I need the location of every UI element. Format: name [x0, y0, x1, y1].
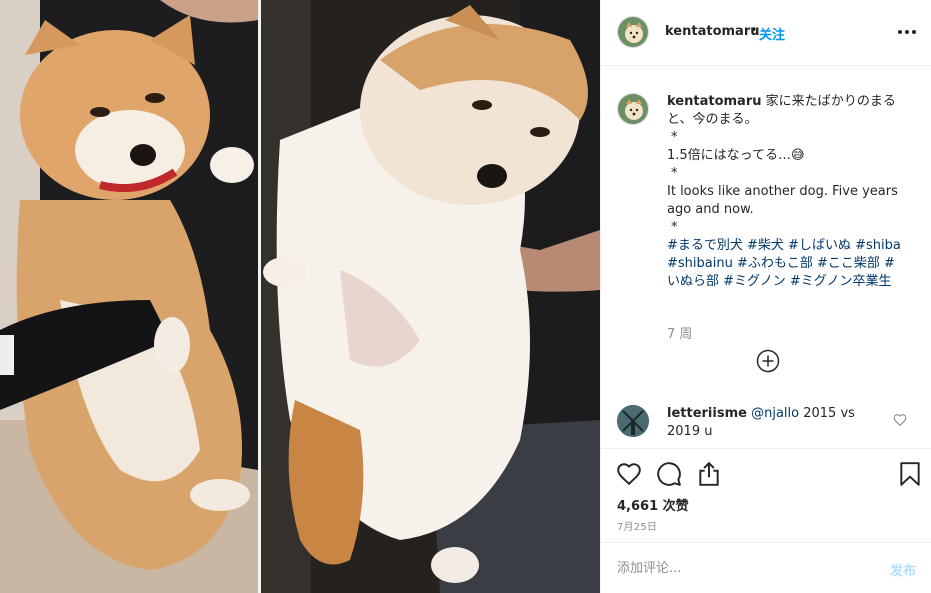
bookmark-icon[interactable] — [897, 461, 923, 487]
comment-icon[interactable] — [656, 461, 682, 487]
commenter-avatar[interactable] — [617, 405, 649, 437]
caption-line-3: 1.5倍にはなってる…😅 — [667, 148, 805, 163]
shiba-comparison-photo — [0, 0, 600, 593]
caption-line-4: * — [671, 166, 678, 181]
post-actions: 4,661 次赞 7月25日 — [601, 448, 931, 543]
dog-avatar-icon — [618, 17, 648, 47]
share-icon[interactable] — [696, 461, 722, 487]
post-date[interactable]: 7月25日 — [617, 518, 657, 533]
post-comment-button[interactable]: 发布 — [890, 560, 916, 579]
add-comment-box: 发布 — [601, 542, 931, 593]
caption-username[interactable]: kentatomaru — [667, 94, 762, 109]
comment-mention[interactable]: @njallo — [751, 406, 799, 421]
comment-input[interactable] — [617, 556, 867, 580]
more-options-icon[interactable] — [895, 22, 919, 42]
load-more-comments-icon[interactable] — [756, 349, 780, 373]
separator-dot: • — [750, 23, 758, 38]
post-sidebar: kentatomaru • 关注 kentatomaru 家に来たばかりのまると… — [600, 0, 931, 593]
caption-hashtags[interactable]: #まるで別犬 #柴犬 #しばいぬ #shiba #shibainu #ふわもこ部… — [667, 237, 907, 291]
follow-button[interactable]: 关注 — [759, 24, 785, 43]
caption-text: kentatomaru 家に来たばかりのまると、今のまる。 * 1.5倍にはなっ… — [667, 93, 907, 291]
post-photo[interactable] — [0, 0, 600, 593]
windmill-avatar-icon — [617, 405, 649, 437]
comments-section[interactable]: kentatomaru 家に来たばかりのまると、今のまる。 * 1.5倍にはなっ… — [601, 67, 931, 448]
comment-text: letteriisme @njallo 2015 vs 2019 u — [667, 405, 887, 441]
comment-like-icon[interactable] — [893, 413, 907, 427]
post-time[interactable]: 7 周 — [667, 323, 692, 342]
caption-line-5: It looks like another dog. Five years ag… — [667, 184, 898, 217]
caption-line-6: * — [671, 220, 678, 235]
caption-avatar[interactable] — [617, 93, 649, 125]
author-username[interactable]: kentatomaru — [665, 24, 760, 39]
post-header: kentatomaru • 关注 — [601, 0, 931, 66]
commenter-username[interactable]: letteriisme — [667, 406, 747, 421]
caption-line-2: * — [671, 130, 678, 145]
author-avatar[interactable] — [617, 16, 649, 48]
heart-icon[interactable] — [616, 461, 642, 487]
dog-avatar-icon — [618, 94, 648, 124]
likes-count[interactable]: 4,661 次赞 — [617, 495, 689, 514]
